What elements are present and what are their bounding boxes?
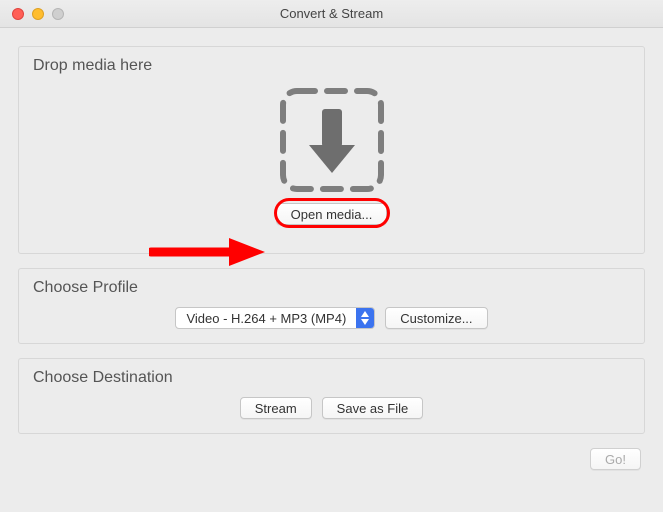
group-title-destination: Choose Destination [33, 369, 630, 387]
group-title-profile: Choose Profile [33, 279, 630, 297]
customize-button[interactable]: Customize... [385, 307, 487, 329]
chevron-up-down-icon [356, 307, 374, 329]
group-title-drop: Drop media here [33, 57, 630, 75]
save-as-file-label: Save as File [337, 401, 409, 416]
window-title: Convert & Stream [0, 6, 663, 21]
titlebar: Convert & Stream [0, 0, 663, 28]
profile-select[interactable]: Video - H.264 + MP3 (MP4) [175, 307, 375, 329]
stream-label: Stream [255, 401, 297, 416]
go-button: Go! [590, 448, 641, 470]
close-button-icon[interactable] [12, 8, 24, 20]
save-as-file-button[interactable]: Save as File [322, 397, 424, 419]
open-media-label: Open media... [291, 207, 373, 222]
traffic-lights [0, 8, 64, 20]
minimize-button-icon[interactable] [32, 8, 44, 20]
group-choose-profile: Choose Profile Video - H.264 + MP3 (MP4)… [18, 268, 645, 344]
stream-button[interactable]: Stream [240, 397, 312, 419]
drop-target[interactable] [33, 85, 630, 195]
open-media-button[interactable]: Open media... [276, 203, 388, 225]
zoom-button-icon [52, 8, 64, 20]
annotation-red-arrow-icon [149, 235, 269, 269]
group-choose-destination: Choose Destination Stream Save as File [18, 358, 645, 434]
group-drop-media: Drop media here Open media... [18, 46, 645, 254]
window-body: Drop media here Open media... Choose Pro… [0, 28, 663, 484]
profile-select-value: Video - H.264 + MP3 (MP4) [176, 311, 356, 326]
footer: Go! [18, 448, 645, 470]
customize-label: Customize... [400, 311, 472, 326]
go-label: Go! [605, 452, 626, 467]
drop-arrow-icon [277, 85, 387, 195]
